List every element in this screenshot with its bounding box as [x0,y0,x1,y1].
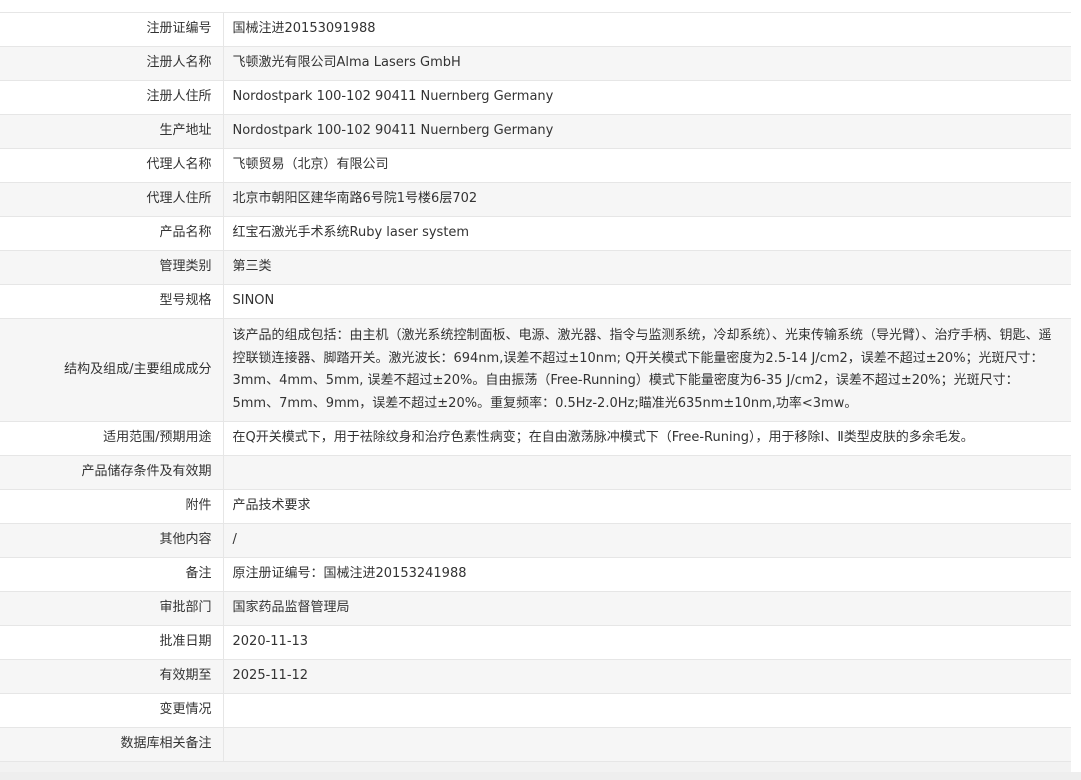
field-label: 批准日期 [0,625,224,660]
row-attachments: 附件 产品技术要求 [0,489,1071,524]
field-label: 结构及组成/主要组成成分 [0,318,224,422]
field-value: 该产品的组成包括：由主机（激光系统控制面板、电源、激光器、指令与监测系统，冷却系… [223,318,1071,422]
field-value: Nordostpark 100-102 90411 Nuernberg Germ… [223,114,1071,149]
registration-record: 注册证编号 国械注进20153091988 注册人名称 飞顿激光有限公司Alma… [0,12,1071,762]
field-label: 变更情况 [0,693,224,728]
row-production-address: 生产地址 Nordostpark 100-102 90411 Nuernberg… [0,114,1071,149]
row-model-spec: 型号规格 SINON [0,284,1071,319]
field-label: 产品储存条件及有效期 [0,455,224,490]
field-label: 注册证编号 [0,12,224,47]
field-value [223,693,1071,728]
field-label: 生产地址 [0,114,224,149]
field-label: 数据库相关备注 [0,727,224,762]
row-registrant-name: 注册人名称 飞顿激光有限公司Alma Lasers GmbH [0,46,1071,81]
field-label: 适用范围/预期用途 [0,421,224,456]
row-structure-composition: 结构及组成/主要组成成分 该产品的组成包括：由主机（激光系统控制面板、电源、激光… [0,318,1071,422]
field-value: 国家药品监督管理局 [223,591,1071,626]
row-approval-department: 审批部门 国家药品监督管理局 [0,591,1071,626]
field-label: 审批部门 [0,591,224,626]
row-change-history: 变更情况 [0,693,1071,728]
field-value: 第三类 [223,250,1071,285]
field-value: 2025-11-12 [223,659,1071,694]
field-value: 红宝石激光手术系统Ruby laser system [223,216,1071,251]
field-value: 在Q开关模式下，用于祛除纹身和治疗色素性病变；在自由激荡脉冲模式下（Free-R… [223,421,1071,456]
row-registrant-address: 注册人住所 Nordostpark 100-102 90411 Nuernber… [0,80,1071,115]
field-value [223,455,1071,490]
field-value: 北京市朝阳区建华南路6号院1号楼6层702 [223,182,1071,217]
registration-table: 注册证编号 国械注进20153091988 注册人名称 飞顿激光有限公司Alma… [0,12,1071,762]
row-remarks: 备注 原注册证编号：国械注进20153241988 [0,557,1071,592]
row-agent-name: 代理人名称 飞顿贸易（北京）有限公司 [0,148,1071,183]
row-other-content: 其他内容 / [0,523,1071,558]
row-agent-address: 代理人住所 北京市朝阳区建华南路6号院1号楼6层702 [0,182,1071,217]
field-value [223,727,1071,762]
top-strip [0,0,1081,12]
field-value: 飞顿激光有限公司Alma Lasers GmbH [223,46,1071,81]
field-label: 注册人住所 [0,80,224,115]
row-management-category: 管理类别 第三类 [0,250,1071,285]
field-label: 备注 [0,557,224,592]
field-label: 型号规格 [0,284,224,319]
field-value: 原注册证编号：国械注进20153241988 [223,557,1071,592]
field-label: 代理人名称 [0,148,224,183]
field-value: Nordostpark 100-102 90411 Nuernberg Germ… [223,80,1071,115]
row-database-notes: 数据库相关备注 [0,727,1071,762]
field-value: 2020-11-13 [223,625,1071,660]
field-label: 产品名称 [0,216,224,251]
row-product-name: 产品名称 红宝石激光手术系统Ruby laser system [0,216,1071,251]
field-value: 产品技术要求 [223,489,1071,524]
page: 注册证编号 国械注进20153091988 注册人名称 飞顿激光有限公司Alma… [0,0,1081,780]
field-value: SINON [223,284,1071,319]
field-label: 附件 [0,489,224,524]
bottom-strip [0,772,1081,780]
row-intended-use: 适用范围/预期用途 在Q开关模式下，用于祛除纹身和治疗色素性病变；在自由激荡脉冲… [0,421,1071,456]
row-storage-conditions: 产品储存条件及有效期 [0,455,1071,490]
right-gutter [1071,0,1081,772]
field-value: 国械注进20153091988 [223,12,1071,47]
row-approval-date: 批准日期 2020-11-13 [0,625,1071,660]
field-label: 有效期至 [0,659,224,694]
row-valid-until: 有效期至 2025-11-12 [0,659,1071,694]
row-registration-number: 注册证编号 国械注进20153091988 [0,12,1071,47]
field-label: 代理人住所 [0,182,224,217]
field-label: 管理类别 [0,250,224,285]
field-label: 注册人名称 [0,46,224,81]
field-label: 其他内容 [0,523,224,558]
field-value: / [223,523,1071,558]
field-value: 飞顿贸易（北京）有限公司 [223,148,1071,183]
